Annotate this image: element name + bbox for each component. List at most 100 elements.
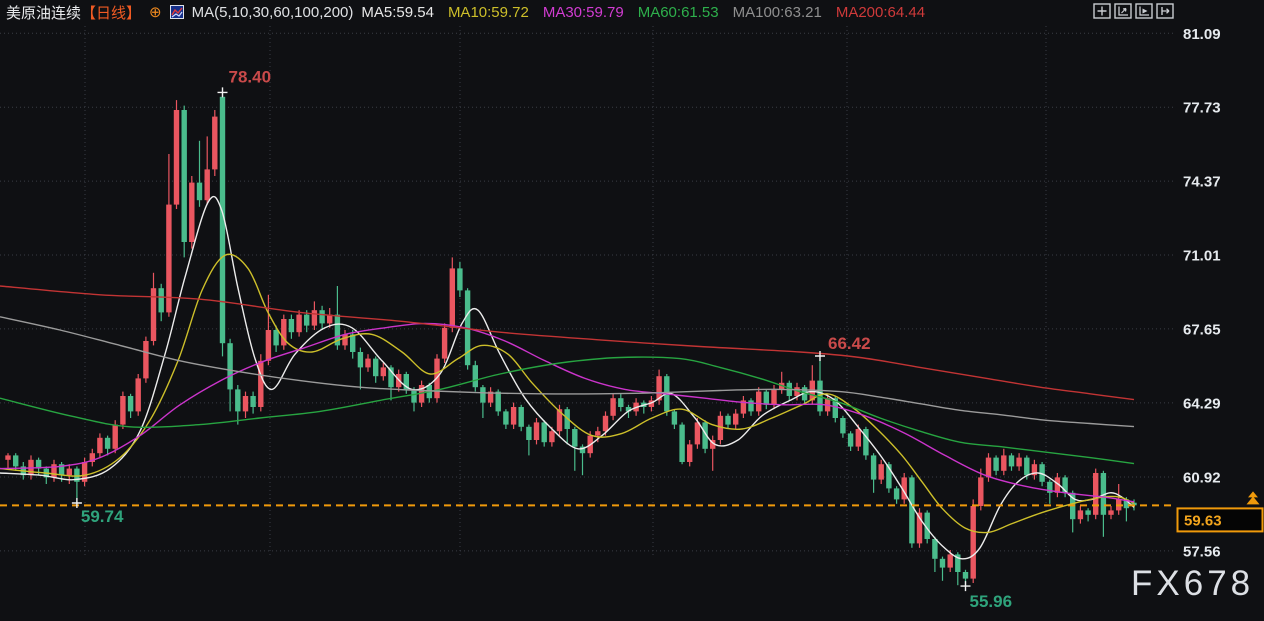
candle: [487, 387, 494, 407]
candle: [1108, 506, 1114, 520]
candle: [120, 391, 126, 429]
candle: [104, 435, 111, 456]
candle: [250, 391, 256, 414]
period-tag[interactable]: 【日线】: [81, 5, 141, 22]
candle: [480, 385, 486, 418]
candle: [242, 391, 249, 418]
candle: [878, 459, 884, 484]
candle: [909, 475, 915, 548]
candle: [533, 418, 540, 445]
candle: [380, 363, 386, 381]
axis-tick-label: 81.09: [1183, 26, 1221, 43]
extreme-price-label: 66.42: [828, 334, 871, 353]
axis-tick-label: 71.01: [1183, 248, 1221, 265]
price-cross-marker: [960, 581, 971, 592]
candle: [863, 426, 869, 460]
candle: [518, 404, 524, 432]
candle: [694, 418, 701, 449]
candle: [66, 464, 72, 484]
watermark: FX678: [1131, 564, 1255, 603]
candle: [671, 409, 678, 429]
candle: [97, 433, 103, 458]
candle: [281, 314, 287, 350]
candle: [679, 422, 685, 465]
candle: [89, 448, 95, 467]
candle: [526, 424, 532, 456]
axis-tick-label: 67.65: [1183, 321, 1221, 338]
extreme-price-label: 55.96: [970, 592, 1013, 611]
candle: [449, 257, 455, 333]
extreme-price-label: 59.74: [81, 507, 124, 526]
ma-value: MA100:63.21: [732, 3, 822, 21]
instrument-name: 美原油连续: [6, 4, 82, 22]
candle: [733, 409, 739, 429]
candle: [725, 413, 731, 429]
candle: [932, 536, 938, 572]
ma-value: MA5:59.54: [361, 3, 434, 21]
candle: [687, 440, 693, 467]
candles-layer: [5, 92, 1137, 587]
candle: [993, 455, 999, 476]
candle: [296, 310, 302, 337]
current-price-value: 59.63: [1184, 512, 1222, 529]
ma-settings-label[interactable]: MA(5,10,30,60,100,200): [192, 4, 354, 21]
candle: [1085, 508, 1091, 522]
candle: [564, 407, 570, 445]
candle: [840, 415, 846, 438]
candle: [189, 176, 195, 249]
chart-toolbar: [1093, 3, 1174, 19]
axis-tick-label: 60.92: [1183, 470, 1221, 487]
candle: [135, 374, 141, 416]
candle: [143, 336, 149, 383]
ma-value: MA10:59.72: [447, 3, 529, 21]
candle: [173, 100, 180, 209]
candle: [1077, 506, 1084, 524]
axis-zoom-icon[interactable]: [1114, 3, 1132, 19]
candlestick-chart[interactable]: 78.40 66.42 59.74 55.96 81.09 77.73 74.37 71.01…: [0, 0, 1264, 621]
candle: [740, 396, 747, 418]
axis-tick-label: 74.37: [1183, 174, 1221, 191]
axis-play-icon[interactable]: [1135, 3, 1153, 19]
candle: [158, 283, 164, 322]
candle: [472, 360, 478, 392]
candle: [970, 499, 976, 583]
candle: [610, 393, 616, 421]
current-price-box: 59.63: [1176, 491, 1264, 533]
candle: [265, 294, 272, 366]
crosshair-icon[interactable]: [1093, 3, 1111, 19]
candle: [1047, 479, 1053, 504]
ma-value: MA200:64.44: [835, 3, 926, 21]
instrument-title: 美原油连续【日线】: [6, 2, 141, 23]
candle: [748, 398, 754, 416]
go-to-latest-icon[interactable]: [1156, 3, 1174, 19]
add-indicator-icon[interactable]: ⊕: [149, 5, 162, 20]
candle: [357, 347, 364, 390]
ma-value: MA60:61.53: [637, 3, 719, 21]
candle: [503, 409, 509, 429]
candle: [641, 400, 647, 414]
ma-legend: MA5:59.54 MA10:59.72 MA30:59.79 MA60:61.53 M…: [361, 4, 925, 21]
price-axis[interactable]: 81.09 77.73 74.37 71.01 67.65 64.29 60.92 57.56: [1183, 26, 1221, 561]
candle: [365, 354, 371, 372]
candle: [893, 486, 900, 504]
candle: [1062, 475, 1068, 498]
candle: [763, 389, 769, 410]
axis-tick-label: 64.29: [1183, 395, 1221, 412]
candle: [196, 140, 203, 207]
candle: [5, 453, 11, 469]
chart-window: 78.40 66.42 59.74 55.96 81.09 77.73 74.37 71.01…: [0, 0, 1264, 621]
candle: [870, 453, 877, 493]
candle: [817, 356, 823, 416]
candle: [74, 466, 80, 503]
candle: [1093, 468, 1099, 520]
candle: [847, 431, 854, 451]
candle: [150, 272, 157, 346]
line-chart-icon[interactable]: [169, 5, 184, 19]
candle: [311, 301, 318, 330]
candle: [204, 136, 210, 205]
candle: [1100, 470, 1107, 537]
axis-tick-label: 57.56: [1183, 543, 1221, 560]
price-cross-marker: [217, 87, 228, 98]
candle: [181, 105, 187, 258]
axis-tick-label: 77.73: [1183, 100, 1221, 117]
